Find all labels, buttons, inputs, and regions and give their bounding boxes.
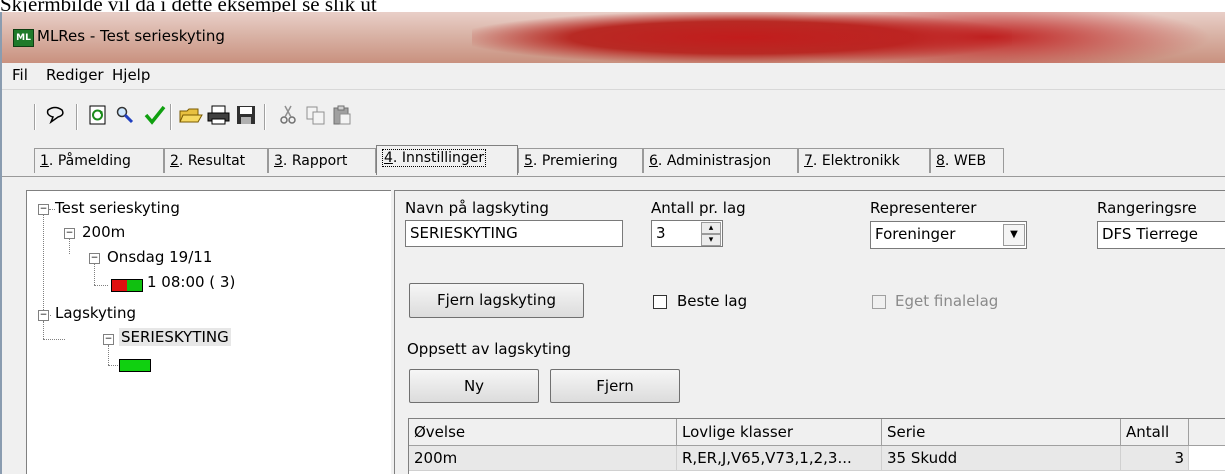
table-row[interactable]: 200m R,ER,J,V65,V73,1,2,3... 35 Skudd 3 [409, 446, 1225, 470]
best-team-label: Beste lag [677, 292, 748, 310]
paste-icon[interactable] [329, 102, 355, 128]
tab-web[interactable]: 8. WEB [930, 148, 1004, 173]
tree-view[interactable]: − Test serieskyting − 200m − Onsdag 19/1… [26, 190, 391, 474]
tab-elektronikk[interactable]: 7. Elektronikk [798, 148, 930, 173]
cell-antall: 3 [1121, 446, 1189, 470]
document-text: Skjermbilde vil da i dette eksempel se s… [0, 0, 377, 12]
new-button[interactable]: Ny [409, 369, 539, 403]
column-header-klasser[interactable]: Lovlige klasser [677, 419, 882, 445]
cell-klasser: R,ER,J,V65,V73,1,2,3... [677, 446, 882, 470]
window-title: MLRes - Test serieskyting [37, 27, 225, 45]
tab-innstillinger[interactable]: 4. Innstillinger [376, 145, 518, 175]
open-folder-icon[interactable] [178, 102, 204, 128]
balloon-icon[interactable] [42, 102, 68, 128]
cell-ovelse: 200m [409, 446, 677, 470]
tree-expander-group[interactable]: − [38, 310, 49, 321]
tree-node-relay[interactable]: 1 08:00 ( 3) [147, 273, 235, 291]
count-spin-up[interactable]: ▴ [701, 222, 721, 234]
column-header-antall[interactable]: Antall [1121, 419, 1189, 445]
app-window: ML MLRes - Test serieskyting Fil Rediger… [0, 12, 1225, 474]
title-bar[interactable]: ML MLRes - Test serieskyting [2, 12, 1225, 72]
tab-rapport[interactable]: 3. Rapport [268, 148, 376, 173]
menu-fil[interactable]: Fil [12, 66, 28, 84]
relay-status-icon [111, 279, 143, 292]
name-input[interactable]: SERIESKYTING [405, 220, 623, 247]
tree-node-root[interactable]: Test serieskyting [55, 199, 180, 217]
refresh-icon[interactable] [85, 102, 111, 128]
own-final-checkbox[interactable] [872, 295, 886, 309]
count-label: Antall pr. lag [651, 199, 746, 217]
print-icon[interactable] [206, 102, 232, 128]
remove-team-button[interactable]: Fjern lagskyting [409, 283, 584, 318]
toolbar [2, 90, 1225, 142]
tab-resultat[interactable]: 2. Resultat [164, 148, 268, 173]
app-icon: ML [13, 29, 34, 47]
ranking-label: Rangeringsre [1097, 199, 1197, 217]
represents-dropdown-button[interactable]: ▼ [1003, 224, 1025, 246]
cut-icon[interactable] [275, 102, 301, 128]
tab-strip: 1. Påmelding 2. Resultat 3. Rapport 4. I… [2, 145, 1225, 179]
tree-node-group[interactable]: Lagskyting [55, 304, 136, 322]
menu-bar: Fil Rediger Hjelp [2, 63, 1225, 90]
setup-label: Oppsett av lagskyting [407, 340, 572, 358]
team-status-icon [119, 359, 151, 372]
check-icon[interactable] [142, 102, 168, 128]
column-header-serie[interactable]: Serie [882, 419, 1121, 445]
search-icon[interactable] [112, 102, 138, 128]
team-setup-grid[interactable]: Øvelse Lovlige klasser Serie Antall 200m… [408, 418, 1225, 474]
tree-expander-distance[interactable]: − [64, 228, 75, 239]
tab-pamelding[interactable]: 1. Påmelding [34, 148, 164, 173]
best-team-checkbox[interactable] [653, 295, 667, 309]
save-icon[interactable] [233, 102, 259, 128]
tree-expander-team[interactable]: − [103, 334, 114, 345]
name-label: Navn på lagskyting [405, 199, 549, 217]
tab-premiering[interactable]: 5. Premiering [518, 148, 643, 173]
menu-rediger[interactable]: Rediger [46, 66, 104, 84]
tab-administrasjon[interactable]: 6. Administrasjon [643, 148, 798, 173]
tree-node-distance[interactable]: 200m [82, 223, 125, 241]
copy-icon[interactable] [303, 102, 329, 128]
ranking-select[interactable]: DFS Tierrege [1097, 221, 1225, 249]
count-spin-down[interactable]: ▾ [701, 234, 721, 246]
represents-label: Representerer [870, 199, 977, 217]
column-header-ovelse[interactable]: Øvelse [409, 419, 677, 445]
tree-expander-root[interactable]: − [38, 204, 49, 215]
menu-hjelp[interactable]: Hjelp [112, 66, 150, 84]
tree-node-day[interactable]: Onsdag 19/11 [107, 248, 212, 266]
grid-header: Øvelse Lovlige klasser Serie Antall [409, 419, 1225, 446]
own-final-label: Eget finalelag [895, 292, 999, 310]
remove-button[interactable]: Fjern [550, 369, 680, 403]
cell-serie: 35 Skudd [882, 446, 1121, 470]
tree-node-team[interactable]: SERIESKYTING [119, 328, 231, 346]
empty-row[interactable] [409, 470, 1225, 474]
